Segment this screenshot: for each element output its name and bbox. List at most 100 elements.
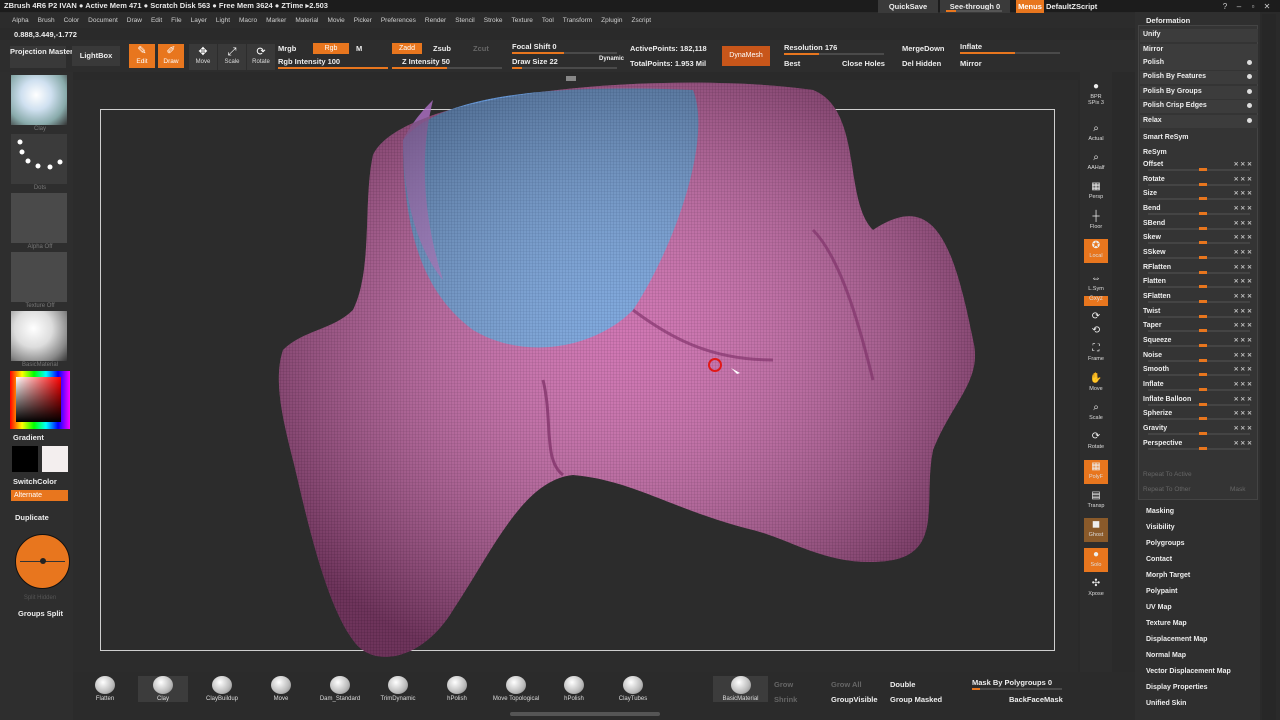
deformation-unify[interactable]: Unify [1140,29,1258,42]
axis-toggle-icon[interactable]: ✕ ✕ ✕ [1234,262,1252,274]
axis-toggle-icon[interactable]: ✕ ✕ ✕ [1234,423,1252,435]
gxyz-button[interactable]: Gxyz [1084,296,1108,306]
best-button[interactable]: Best [784,59,800,68]
mask-by-polygroups-track[interactable] [972,688,1062,690]
deformation-squeeze[interactable]: Squeeze ✕ ✕ ✕ [1140,335,1258,348]
subpalette-texture-map[interactable]: Texture Map [1146,620,1187,627]
deformation-sskew[interactable]: SSkew ✕ ✕ ✕ [1140,247,1258,260]
deformation-size[interactable]: Size ✕ ✕ ✕ [1140,188,1258,201]
move-view-button[interactable]: ✋ Move [1084,372,1108,396]
persp-button[interactable]: ▦ Persp [1084,180,1108,204]
scale-button[interactable]: ⤢ Scale [218,44,246,70]
shrink-button[interactable]: Shrink [774,695,797,704]
deformation-inflate-balloon[interactable]: Inflate Balloon ✕ ✕ ✕ [1140,394,1258,407]
axis-toggle-icon[interactable]: ✕ ✕ ✕ [1234,364,1252,376]
edit-button[interactable]: ✎ Edit [129,44,155,68]
subpalette-uv-map[interactable]: UV Map [1146,604,1172,611]
lightbox-button[interactable]: LightBox [72,46,120,66]
brush-clay[interactable]: Clay [138,676,188,702]
deformation-taper[interactable]: Taper ✕ ✕ ✕ [1140,320,1258,333]
axis-toggle-icon[interactable]: ✕ ✕ ✕ [1234,174,1252,186]
axis-toggle-icon[interactable]: ✕ ✕ ✕ [1234,408,1252,420]
axis-toggle-icon[interactable]: ✕ ✕ ✕ [1234,188,1252,200]
deformation-rflatten[interactable]: RFlatten ✕ ✕ ✕ [1140,262,1258,275]
color-saturation-square[interactable] [16,377,61,422]
maximize-icon[interactable]: ▫ [1248,2,1258,12]
deformation-polish-crisp-edges[interactable]: Polish Crisp Edges [1140,100,1258,113]
subpalette-morph-target[interactable]: Morph Target [1146,572,1190,579]
menu-draw[interactable]: Draw [127,17,142,24]
group-masked-button[interactable]: Group Masked [890,695,942,704]
merge-down-button[interactable]: MergeDown [902,44,945,53]
brush-thumbnail[interactable] [11,75,67,125]
brush-hpolish[interactable]: hPolish [432,676,482,702]
menu-material[interactable]: Material [295,17,318,24]
brush-move[interactable]: Move [256,676,306,702]
deformation-offset[interactable]: Offset ✕ ✕ ✕ [1140,159,1258,172]
resolution-track[interactable] [784,53,884,55]
menu-color[interactable]: Color [64,17,80,24]
alternate-button[interactable]: Alternate [11,490,68,501]
menus-button[interactable]: Menus [1016,0,1044,14]
menu-stroke[interactable]: Stroke [484,17,503,24]
brush-trimdynamic[interactable]: TrimDynamic [373,676,423,702]
zcut-button[interactable]: Zcut [473,44,489,53]
deformation-rotate[interactable]: Rotate ✕ ✕ ✕ [1140,174,1258,187]
axis-toggle-icon[interactable]: ✕ ✕ ✕ [1234,291,1252,303]
axis-toggle-icon[interactable]: ✕ ✕ ✕ [1234,394,1252,406]
subpalette-contact[interactable]: Contact [1146,556,1172,563]
menu-macro[interactable]: Macro [239,17,257,24]
menu-layer[interactable]: Layer [191,17,207,24]
resolution-slider[interactable]: Resolution 176 [784,43,837,52]
axis-toggle-icon[interactable]: ✕ ✕ ✕ [1234,320,1252,332]
subpalette-normal-map[interactable]: Normal Map [1146,652,1186,659]
lsym-button[interactable]: ⇔ L.Sym [1084,272,1108,296]
default-zscript-button[interactable]: DefaultZScript [1046,0,1106,14]
move-button[interactable]: ✥ Move [189,44,217,70]
dynamesh-button[interactable]: DynaMesh [722,46,770,66]
z-intensity-track[interactable] [392,67,502,69]
brush-flatten[interactable]: Flatten [80,676,130,702]
menu-zscript[interactable]: Zscript [632,17,652,24]
see-through-slider[interactable]: See-through 0 [940,0,1010,14]
rotate-button[interactable]: ⟳ Rotate [247,44,275,70]
menu-document[interactable]: Document [88,17,118,24]
subpalette-display-properties[interactable]: Display Properties [1146,684,1207,691]
xpose-button[interactable]: ✣ Xpose [1084,577,1108,601]
local-button[interactable]: ✪ Local [1084,239,1108,263]
switchcolor-button[interactable]: SwitchColor [13,477,57,486]
double-button[interactable]: Double [890,680,915,689]
menu-alpha[interactable]: Alpha [12,17,29,24]
subpalette-masking[interactable]: Masking [1146,508,1174,515]
menu-marker[interactable]: Marker [266,17,286,24]
focal-shift-slider[interactable]: Focal Shift 0 [512,42,557,51]
floor-button[interactable]: ┼ Floor [1084,210,1108,234]
menu-render[interactable]: Render [425,17,446,24]
menu-tool[interactable]: Tool [542,17,554,24]
deformation-skew[interactable]: Skew ✕ ✕ ✕ [1140,232,1258,245]
rgb-intensity-slider[interactable]: Rgb Intensity 100 [278,57,340,66]
draw-size-track[interactable] [512,67,617,69]
deformation-sflatten[interactable]: SFlatten ✕ ✕ ✕ [1140,291,1258,304]
texture-thumbnail[interactable] [11,252,67,302]
deformation-bend[interactable]: Bend ✕ ✕ ✕ [1140,203,1258,216]
axis-toggle-icon[interactable]: ✕ ✕ ✕ [1234,159,1252,171]
transp-button[interactable]: ▤ Transp [1084,489,1108,513]
axis-toggle-icon[interactable]: ✕ ✕ ✕ [1234,218,1252,230]
axis-toggle-icon[interactable]: ✕ ✕ ✕ [1234,350,1252,362]
split-hidden-button[interactable]: Split Hidden [0,595,80,601]
dynamic-button[interactable]: Dynamic [599,56,624,62]
ghost-button[interactable]: ◼ Ghost [1084,518,1108,542]
axis-toggle-icon[interactable]: ✕ ✕ ✕ [1234,379,1252,391]
brush-move-topological[interactable]: Move Topological [486,676,546,702]
grow-button[interactable]: Grow [774,680,793,689]
axis-toggle-icon[interactable]: ✕ ✕ ✕ [1234,203,1252,215]
grow-all-button[interactable]: Grow All [831,680,862,689]
deformation-smart-resym[interactable]: Smart ReSym [1140,132,1258,145]
deformation-sbend[interactable]: SBend ✕ ✕ ✕ [1140,218,1258,231]
draw-size-slider[interactable]: Draw Size 22 [512,57,558,66]
deformation-noise[interactable]: Noise ✕ ✕ ✕ [1140,350,1258,363]
deformation-gravity[interactable]: Gravity ✕ ✕ ✕ [1140,423,1258,436]
menu-stencil[interactable]: Stencil [455,17,475,24]
axis-toggle-icon[interactable]: ✕ ✕ ✕ [1234,232,1252,244]
